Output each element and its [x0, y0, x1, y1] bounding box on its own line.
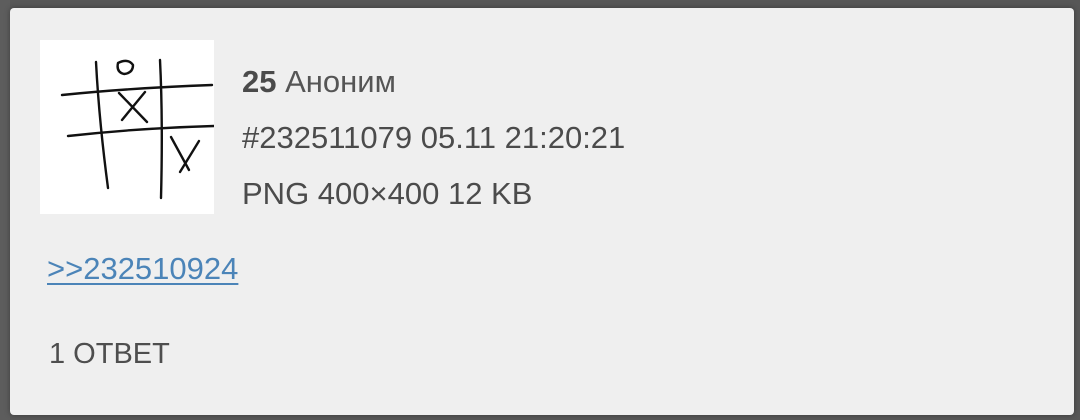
post-number: 25: [242, 64, 277, 99]
post-header-row: 25 Аноним: [242, 54, 625, 110]
post-id[interactable]: #232511079: [242, 120, 412, 155]
underlying-page-edge: [0, 0, 10, 420]
file-info: PNG 400×400 12 KB: [242, 176, 533, 211]
tic-tac-toe-drawing-icon: [60, 58, 214, 200]
post-preview-card: 25 Аноним #232511079 05.11 21:20:21 PNG …: [10, 8, 1074, 415]
post-datetime: 05.11 21:20:21: [420, 120, 626, 155]
post-image-thumbnail[interactable]: [40, 40, 214, 214]
reply-reference-link[interactable]: >>232510924: [47, 251, 238, 287]
post-author: Аноним: [285, 64, 396, 99]
post-meta: 25 Аноним #232511079 05.11 21:20:21 PNG …: [242, 54, 625, 222]
post-id-row: #232511079 05.11 21:20:21: [242, 110, 625, 166]
replies-count-button[interactable]: 1 ОТВЕТ: [49, 338, 170, 371]
